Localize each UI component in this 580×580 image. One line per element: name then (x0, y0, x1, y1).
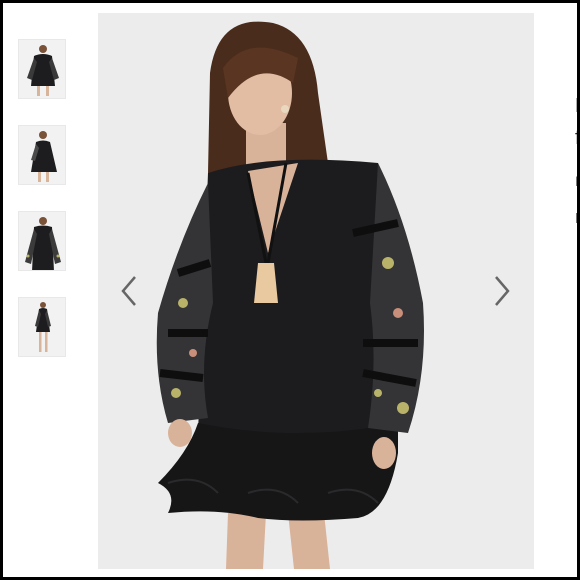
thumbnail-4-image (19, 298, 65, 356)
thumbnail-1[interactable] (18, 39, 66, 99)
model-in-dress-image (98, 13, 534, 569)
thumbnail-3-image (19, 212, 65, 270)
product-page: F f F (3, 3, 577, 577)
thumbnail-3[interactable] (18, 211, 66, 271)
product-title-line-1: F (575, 95, 577, 118)
main-product-image (98, 13, 534, 569)
previous-image-button[interactable] (115, 271, 145, 311)
next-image-button[interactable] (486, 271, 516, 311)
thumbnail-2-image (19, 126, 65, 184)
thumbnail-4[interactable] (18, 297, 66, 357)
product-brand: F (575, 173, 577, 189)
chevron-left-icon (121, 276, 136, 306)
size-indicator (576, 213, 577, 223)
thumbnail-1-image (19, 40, 65, 98)
product-title-line-2: f (575, 127, 577, 150)
chevron-right-icon (495, 276, 510, 306)
product-info-panel: F f F (551, 3, 577, 577)
thumbnail-2[interactable] (18, 125, 66, 185)
